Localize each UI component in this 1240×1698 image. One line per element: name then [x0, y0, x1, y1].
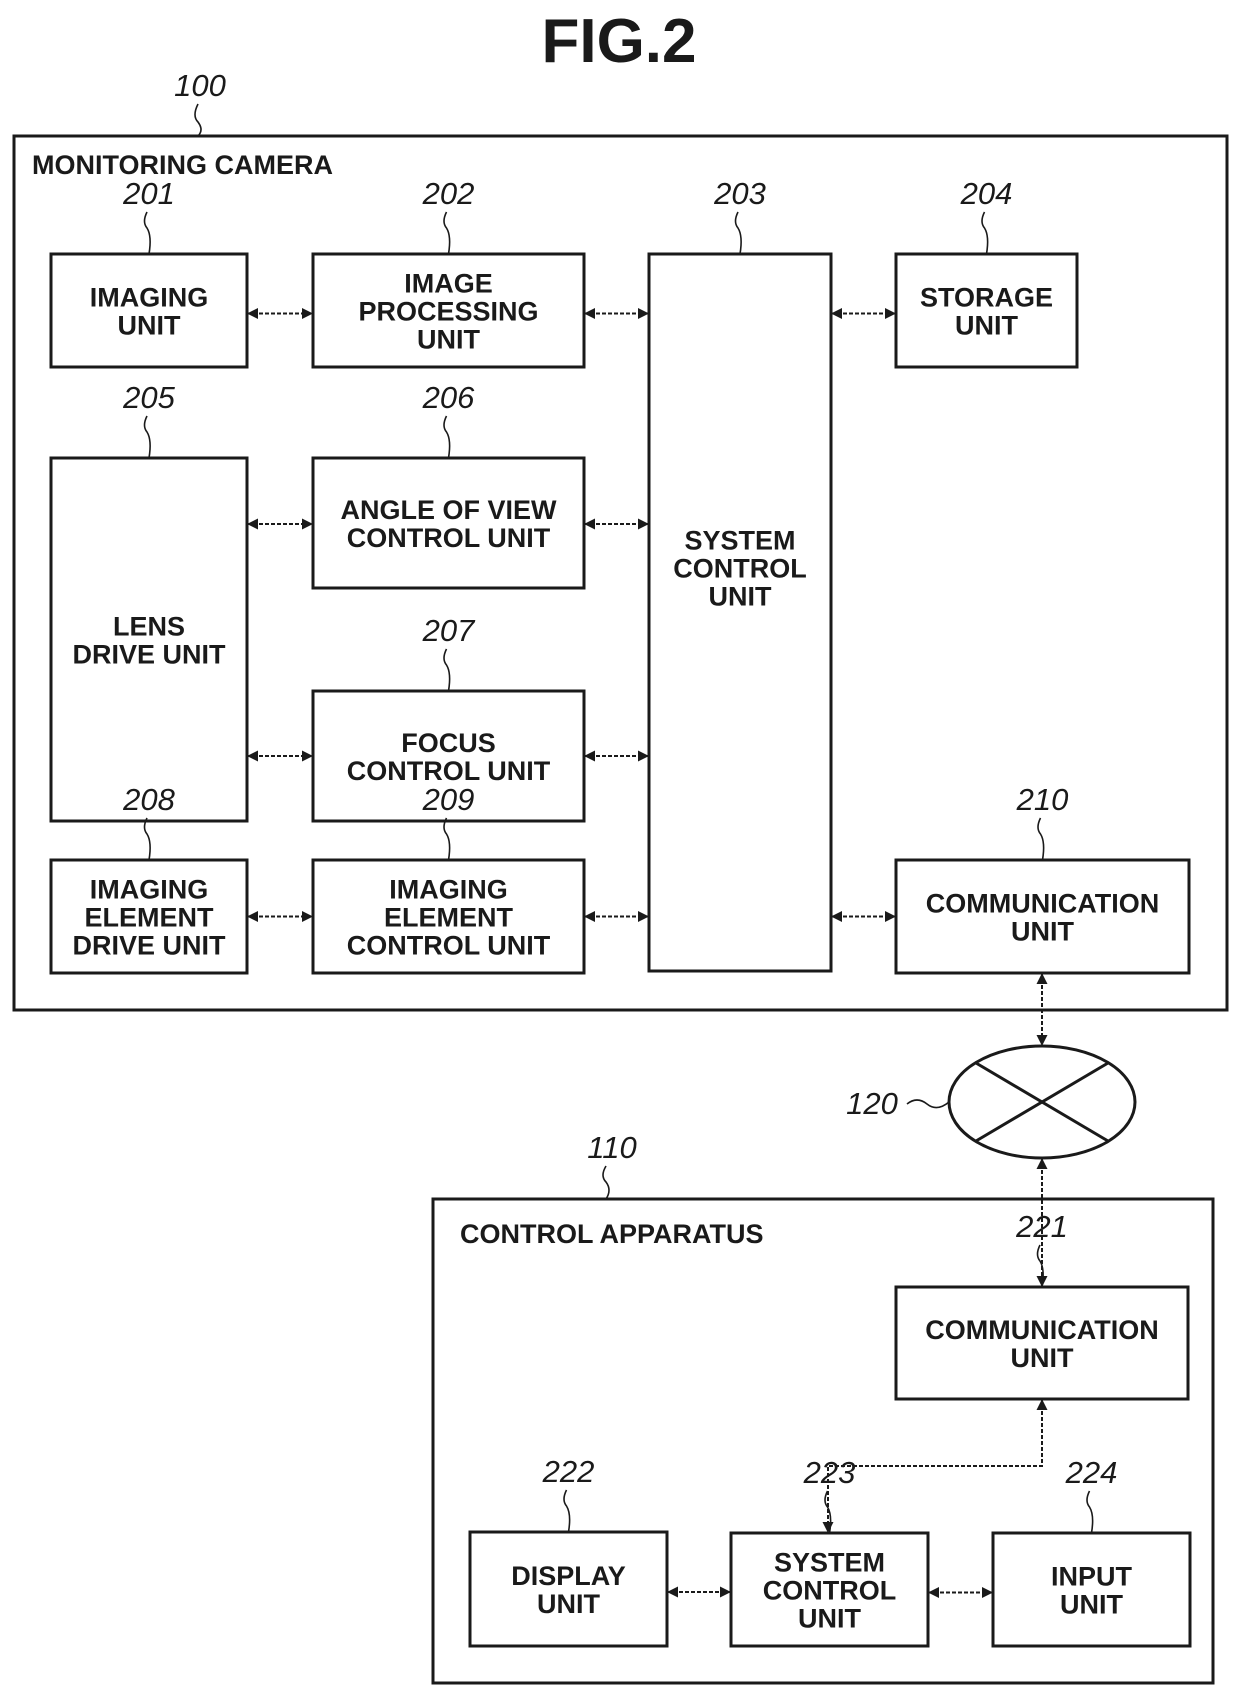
block-label-line: UNIT: [709, 582, 772, 612]
block-label-line: IMAGING: [389, 875, 508, 905]
block-label-line: FOCUS: [401, 728, 496, 758]
block-label-line: ELEMENT: [84, 903, 214, 933]
block-label-line: CONTROL UNIT: [347, 523, 551, 553]
leader-207: [443, 648, 451, 692]
block-label-line: UNIT: [955, 311, 1018, 341]
leader-210: [1037, 817, 1045, 861]
ref-label-224: 224: [1065, 1455, 1118, 1490]
blocks-layer: IMAGINGUNIT201IMAGEPROCESSINGUNIT202SYST…: [49, 176, 1192, 1648]
block-label-line: CONTROL: [673, 554, 806, 584]
leader-203: [734, 211, 742, 255]
ref-label-207: 207: [422, 613, 476, 648]
block-label-line: ELEMENT: [384, 903, 514, 933]
control-apparatus-display-unit-block: DISPLAYUNIT 222: [468, 1454, 669, 1648]
leader-209: [443, 817, 451, 861]
ref-label-208: 208: [122, 782, 175, 817]
block-diagram: FIG.2 100 MONITORING CAMERA 110 CONTROL …: [12, 7, 1229, 1685]
block-label-line: IMAGE: [404, 269, 493, 299]
leader-202: [443, 211, 451, 255]
ref-label-110: 110: [587, 1130, 636, 1165]
ref-label-100: 100: [174, 68, 226, 103]
leader-205: [143, 415, 151, 459]
block-label-line: DRIVE UNIT: [72, 931, 226, 961]
block-label-line: PROCESSING: [358, 297, 538, 327]
block-label-line: CONTROL UNIT: [347, 931, 551, 961]
leader-204: [981, 211, 989, 255]
camera-image-processing-unit-block: IMAGEPROCESSINGUNIT 202: [311, 176, 586, 369]
leader-120: [906, 1099, 950, 1109]
ref-label-209: 209: [422, 782, 475, 817]
ref-label-204: 204: [960, 176, 1013, 211]
block-label-line: UNIT: [1060, 1590, 1123, 1620]
block-label-line: COMMUNICATION: [925, 1315, 1158, 1345]
leader-201: [143, 211, 151, 255]
block-label-line: COMMUNICATION: [926, 889, 1159, 919]
block-label-line: LENS: [113, 612, 185, 642]
block-label-line: INPUT: [1051, 1562, 1133, 1592]
camera-system-control-unit-block: SYSTEMCONTROLUNIT 203: [647, 176, 833, 973]
leader-206: [443, 415, 451, 459]
ref-label-120: 120: [846, 1086, 898, 1121]
leader-224: [1086, 1490, 1094, 1534]
block-label-line: DISPLAY: [511, 1561, 626, 1591]
block-label-line: IMAGING: [90, 875, 209, 905]
block-label-line: UNIT: [798, 1604, 861, 1634]
block-label-line: SYSTEM: [684, 526, 795, 556]
ref-label-201: 201: [122, 176, 175, 211]
ref-label-205: 205: [122, 380, 175, 415]
block-label-line: IMAGING: [90, 283, 209, 313]
control-apparatus-label: CONTROL APPARATUS: [460, 1219, 764, 1249]
control-apparatus-input-unit-block: INPUTUNIT 224: [991, 1455, 1192, 1648]
ref-label-223: 223: [803, 1455, 856, 1490]
ref-label-222: 222: [542, 1454, 595, 1489]
block-box: [647, 252, 833, 973]
leader-208: [143, 817, 151, 861]
ref-label-206: 206: [422, 380, 475, 415]
block-label-line: UNIT: [1011, 1343, 1074, 1373]
ref-label-210: 210: [1016, 782, 1069, 817]
block-label-line: ANGLE OF VIEW: [341, 495, 558, 525]
ref-label-203: 203: [713, 176, 766, 211]
leader-222: [563, 1489, 571, 1533]
block-label-line: DRIVE UNIT: [72, 640, 226, 670]
block-label-line: UNIT: [417, 325, 480, 355]
camera-lens-drive-unit-block: LENSDRIVE UNIT 205: [49, 380, 249, 823]
block-label-line: UNIT: [118, 311, 181, 341]
leader-100: [194, 103, 202, 137]
ref-label-202: 202: [422, 176, 475, 211]
figure-title: FIG.2: [541, 7, 696, 76]
block-label-line: CONTROL: [763, 1576, 896, 1606]
camera-angle-of-view-control-unit-block: ANGLE OF VIEWCONTROL UNIT 206: [311, 380, 586, 590]
block-label-line: UNIT: [537, 1589, 600, 1619]
block-label-line: UNIT: [1011, 917, 1074, 947]
network-node: 120: [846, 1044, 1137, 1160]
block-label-line: STORAGE: [920, 283, 1053, 313]
camera-storage-unit-block: STORAGEUNIT 204: [894, 176, 1079, 369]
leader-110: [602, 1165, 610, 1200]
block-label-line: SYSTEM: [774, 1548, 885, 1578]
control-apparatus-system-control-unit-block: SYSTEMCONTROLUNIT 223: [729, 1455, 930, 1648]
monitoring-camera-label: MONITORING CAMERA: [32, 150, 333, 180]
camera-communication-unit-block: COMMUNICATIONUNIT 210: [894, 782, 1191, 975]
connection-221-223: [822, 1399, 1048, 1533]
camera-imaging-unit-block: IMAGINGUNIT 201: [49, 176, 249, 369]
